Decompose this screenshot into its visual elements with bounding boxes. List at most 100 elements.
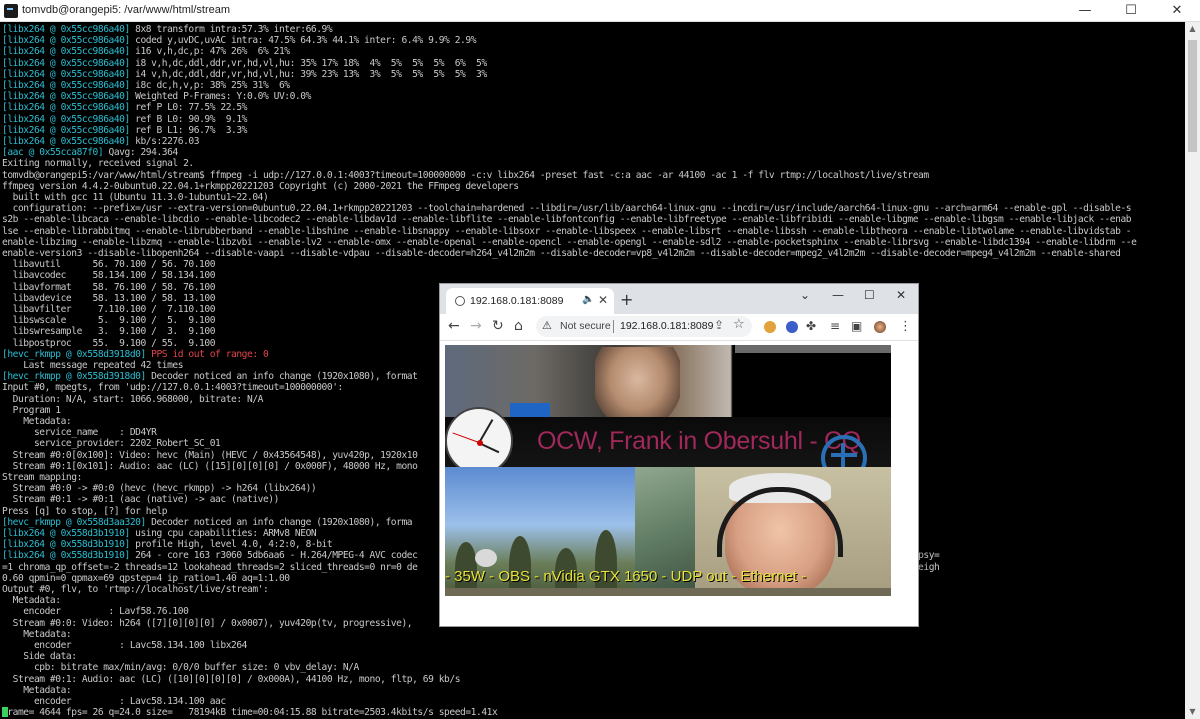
terminal-line: [libx264 @ 0x55cc986a40] ref B L0: 90.9%… [2, 114, 247, 125]
log-source-tag: [hevc_rkmpp @ 0x558d3aa320] [2, 516, 146, 528]
terminal-line: Stream #0:1[0x101]: Audio: aac (LC) ([15… [2, 460, 418, 472]
terminal-line: Duration: N/A, start: 1066.968000, bitra… [2, 393, 264, 405]
line-text: Stream #0:1[0x101]: Audio: aac (LC) ([15… [2, 460, 418, 472]
line-text: ref B L0: 90.9% 9.1% [129, 113, 247, 125]
more-menu-icon[interactable]: ⋮ [899, 319, 912, 334]
terminal-line: Metadata: [2, 595, 61, 606]
line-text: libpostproc 55. 9.100 / 55. 9.100 [2, 337, 216, 349]
terminal-line: frame= 4644 fps= 26 q=24.0 size= 78194kB… [2, 707, 498, 718]
line-text: encoder : Lavc58.134.100 aac [2, 696, 226, 707]
ticker-text: - 35W - OBS - nVidia GTX 1650 - UDP out … [445, 568, 807, 585]
url-text[interactable]: 192.168.0.181:8089 [620, 320, 713, 332]
terminal-line: Side data: [2, 651, 77, 662]
browser-close-button[interactable]: ✕ [896, 288, 906, 302]
minimize-button[interactable]: — [1062, 0, 1108, 22]
media-queue-icon[interactable]: ≡ [830, 319, 840, 333]
line-text: ref B L1: 96.7% 3.3% [129, 124, 247, 136]
maximize-button[interactable]: ☐ [1108, 0, 1154, 22]
puzzle-extensions-icon[interactable]: ✤ [806, 319, 816, 333]
line-text: libswscale 5. 9.100 / 5. 9.100 [2, 315, 216, 327]
terminal-line: [hevc_rkmpp @ 0x558d3aa320] Decoder noti… [2, 516, 413, 528]
stream-video[interactable]: OCW, Frank in Obersuhl - CQ - 35W - OBS … [445, 345, 891, 596]
line-text: Stream mapping: [2, 472, 82, 483]
address-bar[interactable]: ⚠ Not secure 192.168.0.181:8089 ⇪ ☆ [536, 316, 752, 337]
terminal-line: [libx264 @ 0x558d3b1910] profile High, l… [2, 539, 333, 550]
new-tab-button[interactable]: + [620, 290, 633, 309]
share-icon[interactable]: ⇪ [714, 318, 724, 332]
back-icon[interactable]: ← [448, 318, 460, 334]
clock-icon [445, 407, 513, 475]
terminal-line: service_name : DD4YR [2, 427, 157, 439]
line-text: enable-libzimg --enable-libzmq --enable-… [2, 236, 1137, 248]
log-source-tag: [libx264 @ 0x55cc986a40] [2, 46, 130, 58]
log-source-tag: [libx264 @ 0x55cc986a40] [2, 91, 130, 103]
terminal-line: libavdevice 58. 13.100 / 58. 13.100 [2, 293, 216, 304]
line-text: Side data: [2, 651, 77, 663]
line-text: service_name : DD4YR [2, 427, 157, 439]
line-text: service_provider: 2202_Robert_SC_01 [2, 438, 221, 450]
browser-maximize-button[interactable]: ☐ [864, 288, 875, 302]
line-text: encoder : Lavc58.134.100 libx264 [2, 640, 247, 651]
tab-search-icon[interactable]: ⌄ [800, 288, 810, 302]
security-label[interactable]: Not secure [560, 320, 611, 332]
terminal-line: encoder : Lavc58.134.100 libx264 [2, 640, 247, 651]
tab-close-icon[interactable]: ✕ [598, 293, 608, 307]
browser-window[interactable]: 192.168.0.181:8089 🔈 ✕ + ⌄ — ☐ ✕ ← → ↻ ⌂… [440, 284, 918, 626]
scroll-down-icon[interactable]: ▼ [1185, 705, 1200, 719]
line-text: Output #0, flv, to 'rtmp://localhost/liv… [2, 584, 269, 595]
terminal-line: Stream #0:0: Video: h264 ([7][0][0][0] /… [2, 618, 413, 629]
forward-icon[interactable]: → [470, 318, 482, 334]
terminal-line: 0.60 qpmin=0 qpmax=69 qpstep=4 ip_ratio=… [2, 573, 290, 584]
log-source-tag: [libx264 @ 0x55cc986a40] [2, 35, 130, 47]
line-text: Metadata: [2, 595, 61, 607]
line-text: Qavg: 294.364 [103, 147, 179, 159]
line-text: i4 v,h,dc,ddl,ddr,vr,hd,vl,hu: 39% 23% 1… [129, 68, 487, 80]
globe-icon [455, 296, 465, 306]
scroll-up-icon[interactable]: ▲ [1185, 22, 1200, 36]
reload-icon[interactable]: ↻ [492, 318, 504, 334]
log-source-tag: [libx264 @ 0x55cc986a40] [2, 57, 130, 69]
terminal-line: libpostproc 55. 9.100 / 55. 9.100 [2, 337, 216, 349]
warning-icon[interactable]: ⚠ [542, 319, 552, 332]
bookmark-star-icon[interactable]: ☆ [733, 317, 745, 332]
speaker-icon[interactable]: 🔈 [582, 294, 594, 305]
log-source-tag: [libx264 @ 0x55cc986a40] [2, 136, 130, 147]
side-panel-icon[interactable]: ▣ [851, 319, 862, 333]
browser-toolbar: ← → ↻ ⌂ ⚠ Not secure 192.168.0.181:8089 … [440, 314, 918, 341]
line-text: built with gcc 11 (Ubuntu 11.3.0-1ubuntu… [2, 192, 269, 203]
terminal-titlebar: tomvdb@orangepi5: /var/www/html/stream —… [0, 0, 1200, 22]
line-text: encoder : Lavf58.76.100 [2, 606, 189, 618]
cookie-extension-icon[interactable] [764, 321, 776, 333]
terminal-line: Last message repeated 42 times [2, 360, 183, 371]
terminal-line: built with gcc 11 (Ubuntu 11.3.0-1ubuntu… [2, 192, 269, 203]
terminal-line: lse --enable-librabbitmq --enable-librub… [2, 225, 1132, 237]
terminal-line: [libx264 @ 0x55cc986a40] 8x8 transform i… [2, 24, 333, 35]
terminal-line: Stream #0:1 -> #0:1 (aac (native) -> aac… [2, 494, 280, 505]
terminal-line: enable-libzimg --enable-libzmq --enable-… [2, 236, 1137, 248]
line-text: libavfilter 7.110.100 / 7.110.100 [2, 304, 216, 315]
line-text: Duration: N/A, start: 1066.968000, bitra… [2, 393, 264, 405]
line-text: Weighted P-Frames: Y:0.0% UV:0.0% [129, 91, 311, 103]
error-text: PPS id out of range: 0 [145, 348, 269, 360]
scrollbar-thumb[interactable] [1188, 40, 1197, 152]
close-button[interactable]: ✕ [1154, 0, 1200, 22]
home-icon[interactable]: ⌂ [514, 318, 523, 334]
log-source-tag: [hevc_rkmpp @ 0x558d3918d0] [2, 371, 146, 383]
line-text: i8 v,h,dc,ddl,ddr,vr,hd,vl,hu: 35% 17% 1… [129, 57, 487, 69]
profile-avatar[interactable] [874, 321, 886, 333]
vpn-extension-icon[interactable] [786, 321, 798, 333]
terminal-line: Stream #0:0[0x100]: Video: hevc (Main) (… [2, 450, 418, 461]
terminal-line: Metadata: [2, 629, 71, 640]
terminal-line: Input #0, mpegts, from 'udp://127.0.0.1:… [2, 382, 343, 393]
line-text: Program 1 [2, 404, 61, 416]
line-text: lse --enable-librabbitmq --enable-librub… [2, 225, 1132, 237]
log-source-tag: [libx264 @ 0x55cc986a40] [2, 80, 130, 91]
terminal-line: Press [q] to stop, [?] for help [2, 506, 168, 517]
terminal-scrollbar[interactable]: ▲ ▼ [1185, 22, 1200, 719]
line-text: Decoder noticed an info change (1920x108… [145, 516, 413, 528]
terminal-line: [libx264 @ 0x55cc986a40] ref P L0: 77.5%… [2, 102, 247, 113]
terminal-line: [libx264 @ 0x55cc986a40] i4 v,h,dc,ddl,d… [2, 69, 487, 80]
browser-minimize-button[interactable]: — [832, 288, 844, 302]
line-text: Metadata: [2, 684, 72, 696]
tab-stream[interactable]: 192.168.0.181:8089 🔈 ✕ [446, 288, 614, 314]
